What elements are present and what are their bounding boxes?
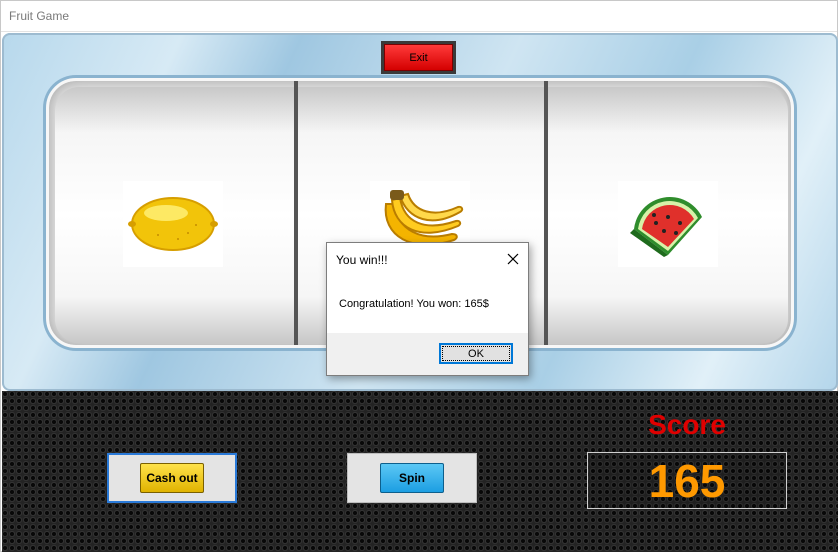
title-bar: Fruit Game — [1, 1, 837, 32]
exit-button[interactable]: Exit — [384, 44, 453, 71]
dialog-message: Congratulation! You won: 165$ — [339, 298, 489, 310]
cashout-button[interactable]: Cash out — [140, 463, 204, 493]
window-title: Fruit Game — [9, 9, 70, 23]
ok-button-label: OK — [468, 347, 484, 360]
win-dialog: You win!!! Congratulation! You won: 165$… — [326, 242, 529, 376]
cashout-button-frame: Cash out — [107, 453, 237, 503]
lemon-icon — [123, 181, 223, 267]
watermelon-icon — [618, 181, 718, 267]
app-window: Fruit Game Exit Cash out Spin Score 165 … — [0, 0, 838, 552]
dialog-footer: OK — [327, 333, 528, 375]
score-label: Score — [648, 409, 726, 440]
spin-button[interactable]: Spin — [380, 463, 444, 493]
reel-1 — [55, 87, 294, 343]
spin-button-frame: Spin — [347, 453, 477, 503]
reel-3 — [548, 87, 788, 343]
score-value: 165 — [587, 452, 787, 509]
dialog-title: You win!!! — [336, 253, 388, 267]
exit-button-frame: Exit — [381, 41, 456, 74]
ok-button[interactable]: OK — [439, 343, 513, 364]
reel-divider — [294, 81, 298, 345]
reel-divider — [544, 81, 548, 345]
close-icon[interactable] — [505, 251, 521, 267]
